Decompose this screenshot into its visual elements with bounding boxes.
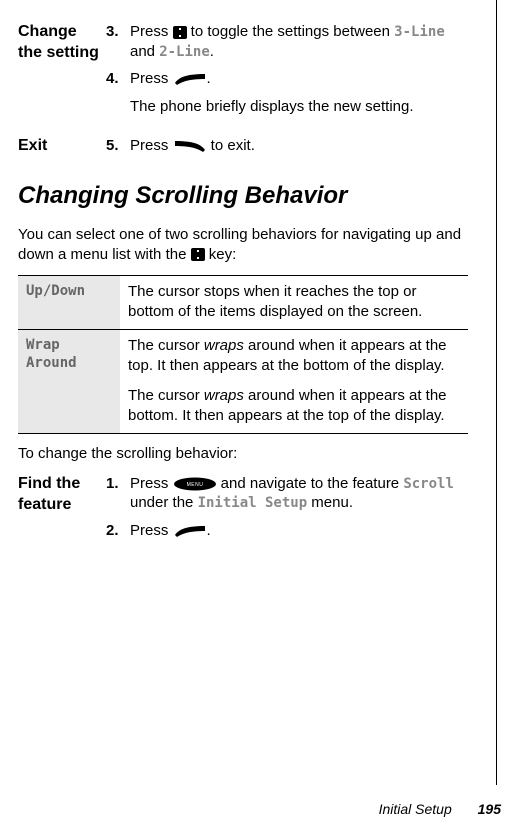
text: . [207, 70, 211, 87]
step-number: 4. [106, 69, 130, 89]
step-exit: Exit 5. Press to exit. [18, 136, 468, 164]
table-row: Up/Down The cursor stops when it reaches… [18, 276, 468, 330]
nav-key-icon [191, 248, 205, 261]
menu-key-icon: MENU [173, 477, 217, 491]
section-heading: Changing Scrolling Behavior [18, 180, 468, 211]
text: under the [130, 494, 198, 511]
step-extra-text: The phone briefly displays the new setti… [130, 97, 468, 117]
text: Press [130, 137, 173, 154]
text: Press [130, 522, 173, 539]
footer-page-number: 195 [478, 801, 501, 817]
text: The cursor stops when it reaches the top… [128, 283, 422, 320]
mono-text: 2-Line [159, 44, 210, 60]
step-text: Press MENU and navigate to the feature S… [130, 474, 468, 513]
step-text: Press to exit. [130, 136, 468, 156]
step-number: 3. [106, 22, 130, 61]
page-footer: Initial Setup 195 [379, 800, 501, 818]
text: Press [130, 70, 173, 87]
select-key-icon [173, 73, 207, 85]
italic-text: wraps [204, 337, 244, 354]
text: menu. [307, 494, 353, 511]
text: Press [130, 475, 173, 492]
text: . [207, 522, 211, 539]
text: You can select one of two scrolling beha… [18, 226, 461, 263]
options-table: Up/Down The cursor stops when it reaches… [18, 275, 468, 434]
text: to toggle the settings between [187, 23, 395, 40]
nav-key-icon [173, 26, 187, 39]
step-label: Find the feature [18, 474, 106, 549]
back-key-icon [173, 140, 207, 152]
intro-paragraph: You can select one of two scrolling beha… [18, 225, 468, 266]
text: and navigate to the feature [217, 475, 404, 492]
table-row: Wrap Around The cursor wraps around when… [18, 329, 468, 433]
text: key: [205, 246, 237, 263]
mono-text: 3-Line [394, 24, 445, 40]
step-number: 5. [106, 136, 130, 156]
mono-text: Scroll [403, 476, 454, 492]
step-number: 1. [106, 474, 130, 513]
step-change-setting: Change the setting 3. Press to toggle th… [18, 22, 468, 124]
mono-text: Initial Setup [198, 495, 308, 511]
option-desc: The cursor stops when it reaches the top… [120, 276, 468, 330]
step-text: Press . [130, 69, 468, 89]
option-name: Up/Down [18, 276, 120, 330]
text: to exit. [207, 137, 255, 154]
option-desc: The cursor wraps around when it appears … [120, 329, 468, 433]
step-text: Press to toggle the settings between 3-L… [130, 22, 468, 61]
text: . [210, 43, 214, 60]
step-text: Press . [130, 521, 468, 541]
step-label: Exit [18, 136, 106, 164]
text: Press [130, 23, 173, 40]
text: The cursor [128, 387, 204, 404]
svg-text:MENU: MENU [186, 482, 203, 488]
footer-section: Initial Setup [379, 801, 452, 817]
text: The cursor [128, 337, 204, 354]
select-key-icon [173, 525, 207, 537]
step-label: Change the setting [18, 22, 106, 124]
text: and [130, 43, 159, 60]
option-name: Wrap Around [18, 329, 120, 433]
step-number: 2. [106, 521, 130, 541]
step-find-feature: Find the feature 1. Press MENU and navig… [18, 474, 468, 549]
italic-text: wraps [204, 387, 244, 404]
lead-paragraph: To change the scrolling behavior: [18, 444, 468, 464]
